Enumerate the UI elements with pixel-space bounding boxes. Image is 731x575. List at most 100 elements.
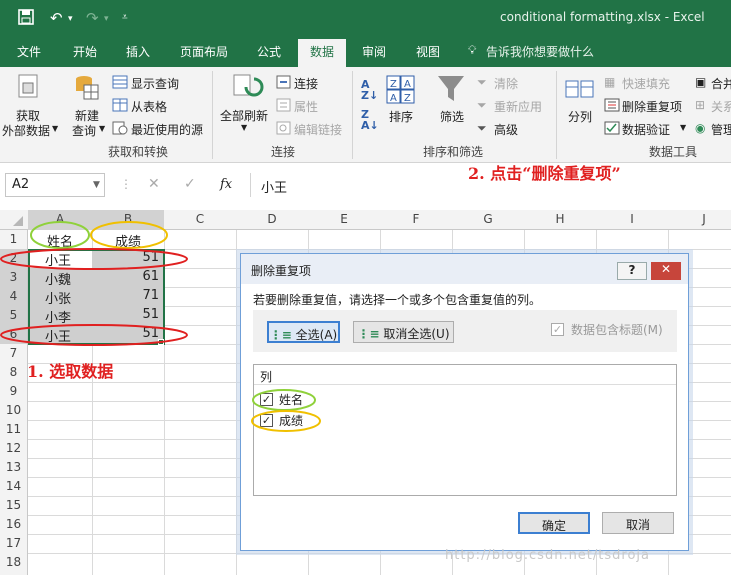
clear-button: 清除: [494, 77, 519, 91]
reapply-button: 重新应用: [494, 100, 543, 114]
tab-view[interactable]: 视图: [416, 43, 440, 60]
row-header[interactable]: 17: [0, 534, 27, 553]
name-box[interactable]: A2: [5, 173, 105, 197]
has-headers-checkbox[interactable]: ✓: [551, 323, 564, 336]
reapply-filter-icon: ⏷: [477, 98, 487, 112]
remove-duplicates-icon: [604, 98, 620, 112]
edit-links-icon: [276, 121, 291, 135]
refresh-all-button[interactable]: 全部刷新: [220, 107, 268, 124]
properties-button: 属性: [294, 100, 319, 114]
annotation-green-ellipse: [252, 389, 316, 411]
undo-icon[interactable]: ↶: [50, 9, 63, 27]
save-icon[interactable]: [18, 9, 34, 29]
row-header[interactable]: 10: [0, 401, 27, 420]
sort-icon: Z AA Z: [386, 75, 415, 104]
col-header-d[interactable]: D: [236, 212, 308, 226]
annotation-red-ellipse-row6: [0, 324, 188, 346]
tab-home[interactable]: 开始: [73, 43, 97, 60]
col-header-e[interactable]: E: [308, 212, 380, 226]
consolidate-icon: ▣: [695, 75, 707, 89]
cancel-button[interactable]: 取消: [602, 512, 674, 534]
window-title: conditional formatting.xlsx - Excel: [500, 10, 705, 24]
tab-review[interactable]: 审阅: [362, 43, 386, 60]
row-header[interactable]: 11: [0, 420, 27, 439]
refresh-all-icon: [233, 74, 264, 97]
tab-formulas[interactable]: 公式: [257, 43, 281, 60]
chevron-down-icon: ▼: [241, 123, 248, 132]
filter-button[interactable]: 筛选: [440, 108, 464, 125]
has-headers-label: 数据包含标题(M): [571, 323, 663, 337]
group-divider: [212, 71, 213, 159]
undo-dropdown-icon[interactable]: ▾: [68, 14, 73, 24]
confirm-entry-icon: ✓: [184, 176, 196, 192]
svg-text:A: A: [390, 93, 397, 104]
select-all-icon: ⋮≡: [269, 328, 292, 342]
col-header-f[interactable]: F: [380, 212, 452, 226]
ribbon-tabs: 文件 开始 插入 页面布局 公式 数据 审阅 视图 💡︎ 告诉我你想要做什么: [0, 37, 731, 67]
row-header[interactable]: 15: [0, 496, 27, 515]
filter-icon: [438, 76, 464, 101]
text-to-columns-icon: [565, 80, 594, 98]
new-query-label-2[interactable]: 查询: [72, 122, 96, 139]
chevron-down-icon: ▼: [680, 123, 687, 132]
ok-button[interactable]: 确定: [518, 512, 590, 534]
advanced-filter-icon: ⏷: [477, 121, 487, 135]
sort-ascending-icon[interactable]: A Z↓: [361, 79, 378, 101]
get-external-data-label-2[interactable]: 外部数据: [2, 122, 50, 139]
close-icon[interactable]: ✕: [651, 262, 681, 280]
annotation-overlay: [0, 221, 188, 346]
row-header[interactable]: 9: [0, 382, 27, 401]
data-validation-button[interactable]: 数据验证: [622, 121, 670, 138]
advanced-button[interactable]: 高级: [494, 121, 518, 138]
svg-text:Z: Z: [404, 93, 411, 104]
redo-dropdown-icon: ▾: [104, 14, 109, 24]
col-header-j[interactable]: J: [668, 212, 731, 226]
remove-duplicates-button[interactable]: 删除重复项: [622, 98, 682, 115]
group-label-get-transform: 获取和转换: [108, 145, 169, 159]
chevron-down-icon[interactable]: ▼: [93, 180, 100, 190]
text-to-columns-button[interactable]: 分列: [568, 108, 592, 125]
cancel-entry-icon: ✕: [148, 176, 160, 192]
connections-button[interactable]: 连接: [294, 75, 318, 92]
sort-descending-icon[interactable]: Z A↓: [361, 109, 379, 131]
tell-me-search[interactable]: 告诉我你想要做什么: [486, 43, 594, 60]
tab-insert[interactable]: 插入: [126, 43, 150, 60]
col-header-g[interactable]: G: [452, 212, 524, 226]
annotation-yellow-ellipse: [251, 410, 321, 432]
properties-icon: [276, 98, 291, 112]
show-queries-icon: [112, 75, 128, 89]
annotation-green-ellipse: [30, 221, 90, 249]
clear-filter-icon: ⏷: [477, 75, 487, 89]
unselect-all-button[interactable]: ⋮≡ 取消全选(U): [353, 321, 454, 343]
chevron-down-icon: ▼: [99, 124, 106, 133]
help-button[interactable]: ?: [617, 262, 647, 280]
tab-page-layout[interactable]: 页面布局: [180, 43, 228, 60]
row-header[interactable]: 18: [0, 553, 27, 572]
tab-data[interactable]: 数据: [298, 39, 347, 67]
row-header[interactable]: 12: [0, 439, 27, 458]
from-table-button[interactable]: 从表格: [131, 98, 167, 115]
group-divider: [556, 71, 557, 159]
insert-function-icon[interactable]: fx: [220, 177, 232, 192]
annotation-red-ellipse-row2: [0, 248, 188, 270]
chevron-down-icon: ▼: [52, 124, 59, 133]
dialog-annotation-overlay: [251, 389, 321, 432]
data-model-icon: ◉: [695, 121, 706, 135]
row-header[interactable]: 8: [0, 363, 27, 382]
select-all-button[interactable]: ⋮≡ 全选(A): [267, 321, 340, 343]
consolidate-button[interactable]: 合并: [711, 75, 731, 92]
recent-sources-button[interactable]: 最近使用的源: [131, 121, 203, 138]
show-queries-button[interactable]: 显示查询: [131, 75, 179, 92]
manage-data-model-button[interactable]: 管理: [711, 121, 731, 138]
customize-toolbar-icon[interactable]: ⩡: [122, 12, 128, 23]
col-header-i[interactable]: I: [596, 212, 668, 226]
tab-file[interactable]: 文件: [17, 43, 41, 60]
connections-icon: [276, 75, 291, 89]
row-header[interactable]: 13: [0, 458, 27, 477]
svg-text:Z: Z: [390, 79, 397, 90]
row-header[interactable]: 14: [0, 477, 27, 496]
data-validation-icon: [604, 121, 620, 135]
col-header-h[interactable]: H: [524, 212, 596, 226]
row-header[interactable]: 16: [0, 515, 27, 534]
sort-button[interactable]: 排序: [389, 108, 413, 125]
